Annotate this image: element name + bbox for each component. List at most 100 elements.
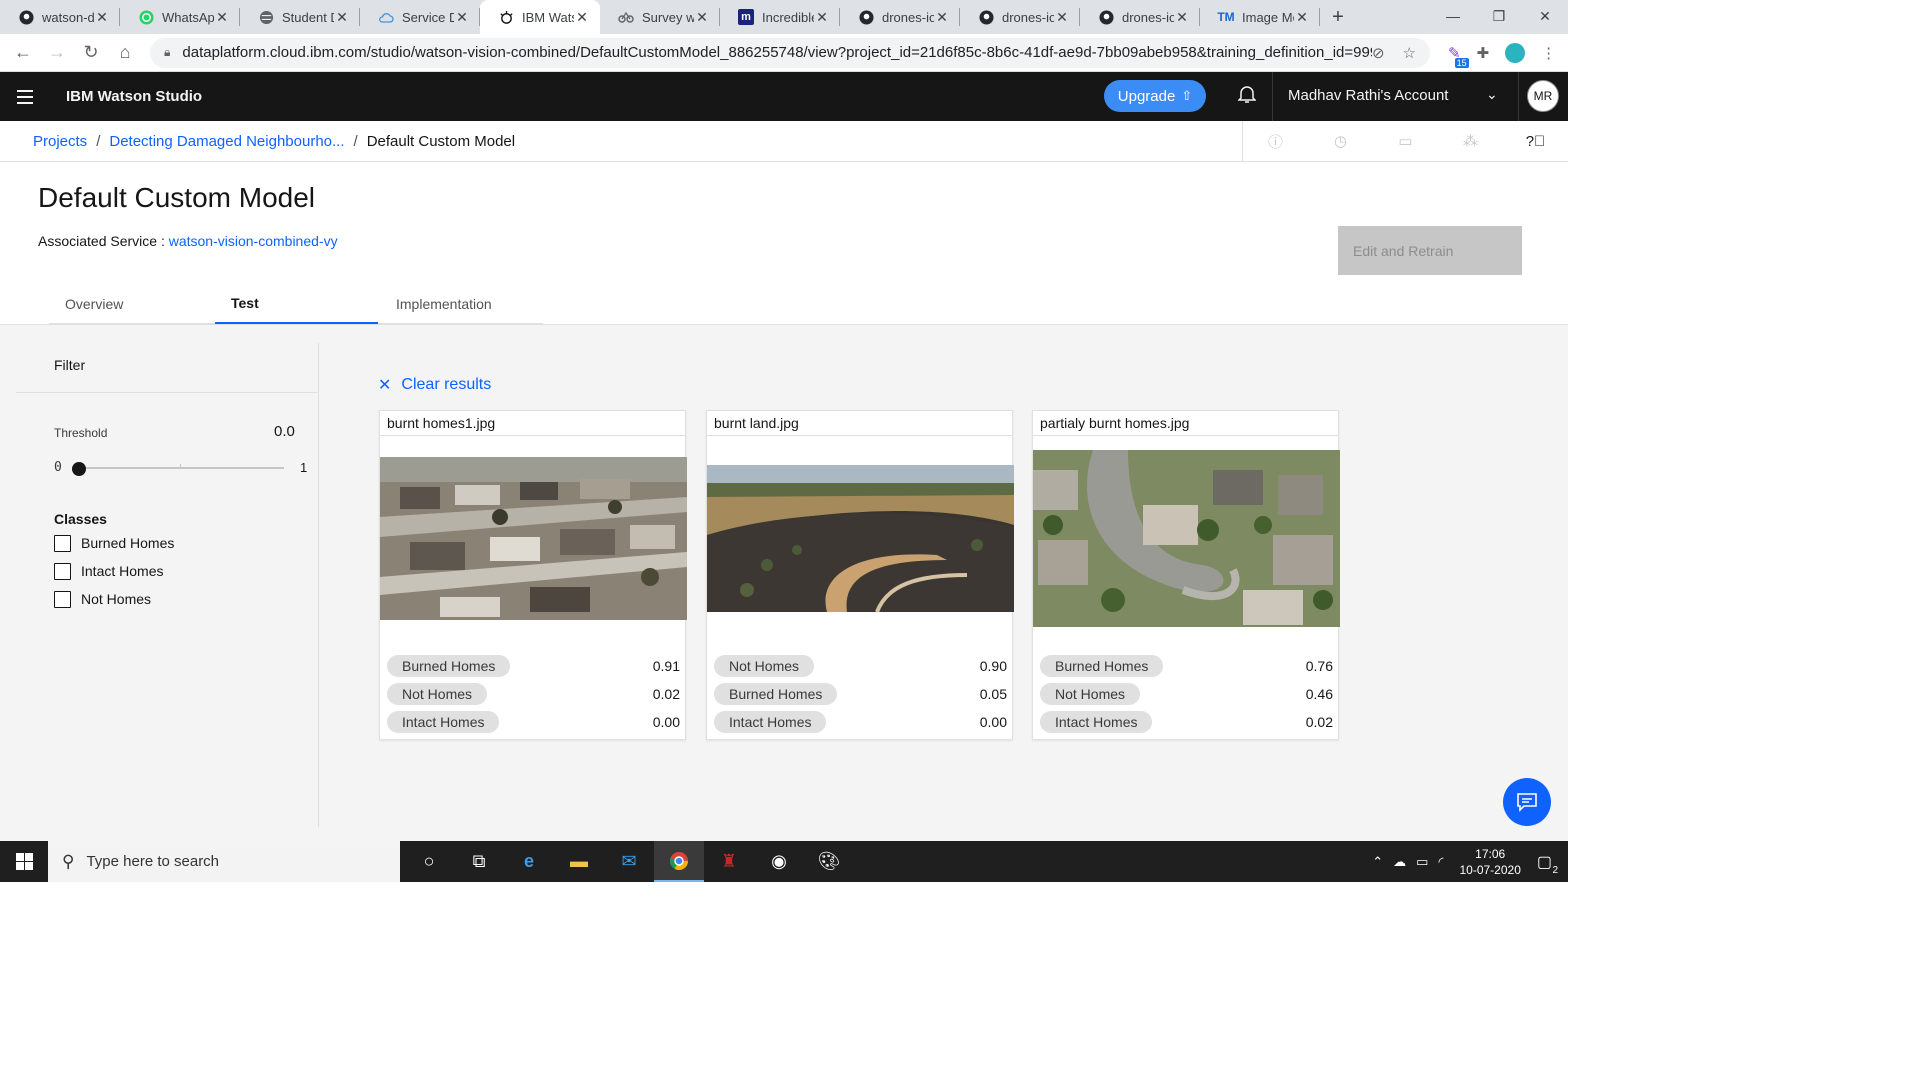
browser-tab[interactable]: drones-io ✕: [840, 0, 960, 34]
task-view-icon[interactable]: ⧉: [454, 841, 504, 882]
browser-tab[interactable]: Survey wil ✕: [600, 0, 720, 34]
threshold-slider-handle[interactable]: [72, 462, 86, 476]
upgrade-button[interactable]: Upgrade ⇧: [1104, 80, 1206, 112]
tab-test[interactable]: Test: [215, 284, 378, 325]
mail-icon[interactable]: ✉: [604, 841, 654, 882]
threshold-slider[interactable]: [78, 467, 284, 469]
associated-service: Associated Service : watson-vision-combi…: [38, 233, 338, 249]
close-window-icon[interactable]: ✕: [1522, 0, 1568, 32]
edge-icon[interactable]: e: [504, 841, 554, 882]
taskbar-search-input[interactable]: ⚲ Type here to search: [48, 841, 400, 882]
result-card[interactable]: partialy burnt homes.jpg Burned Homes 0.…: [1032, 410, 1340, 740]
close-icon[interactable]: ✕: [694, 9, 710, 26]
battery-icon[interactable]: ▭: [1416, 854, 1428, 870]
extension-icon[interactable]: ✎ 15: [1448, 44, 1469, 68]
clock[interactable]: 17:06 10-07-2020: [1459, 846, 1520, 878]
result-card[interactable]: burnt homes1.jpg Burned Homes 0.91 Not H…: [379, 410, 687, 740]
close-icon[interactable]: ✕: [1294, 9, 1310, 26]
lock-icon[interactable]: 🔒︎: [164, 45, 170, 60]
back-icon[interactable]: ←: [6, 42, 40, 63]
paint-app-icon[interactable]: 🎨︎: [804, 841, 854, 882]
score-row: Not Homes 0.90: [714, 655, 1007, 677]
url-text: dataplatform.cloud.ibm.com/studio/watson…: [182, 44, 1372, 61]
score-value: 0.00: [979, 714, 1007, 730]
edit-and-retrain-button[interactable]: Edit and Retrain: [1338, 226, 1522, 275]
class-filter-not-homes[interactable]: Not Homes: [54, 589, 151, 609]
browser-tab[interactable]: m Incredible ✕: [720, 0, 840, 34]
browser-tab-strip: watson-di ✕ WhatsApp ✕ Student D ✕ Servi…: [0, 0, 1568, 34]
close-icon[interactable]: ✕: [574, 9, 590, 26]
close-icon[interactable]: ✕: [814, 9, 830, 26]
browser-tab[interactable]: drones-io ✕: [960, 0, 1080, 34]
profile-icon[interactable]: [1505, 42, 1526, 63]
media-app-icon[interactable]: ◉: [754, 841, 804, 882]
close-icon[interactable]: ✕: [94, 9, 110, 26]
cortana-icon[interactable]: ○: [404, 841, 454, 882]
upgrade-label: Upgrade: [1117, 87, 1176, 105]
associated-service-link[interactable]: watson-vision-combined-vy: [169, 233, 338, 249]
puzzle-icon[interactable]: ✚: [1477, 44, 1490, 62]
chat-icon[interactable]: [1503, 778, 1551, 826]
browser-tab[interactable]: watson-di ✕: [0, 0, 120, 34]
browser-tab[interactable]: drones-io ✕: [1080, 0, 1200, 34]
account-switcher[interactable]: Madhav Rathi's Account: [1288, 87, 1448, 104]
onedrive-icon[interactable]: ☁: [1393, 854, 1406, 870]
hamburger-menu-icon[interactable]: [0, 72, 50, 121]
class-tag: Intact Homes: [714, 711, 827, 733]
product-name[interactable]: IBM Watson Studio: [66, 88, 202, 105]
score-row: Intact Homes 0.00: [714, 711, 1007, 733]
checkbox[interactable]: [54, 590, 71, 608]
browser-tab[interactable]: TM Image Mo ✕: [1200, 0, 1320, 34]
help-icon[interactable]: ?⃝: [1503, 121, 1568, 161]
browser-tab[interactable]: Service De ✕: [360, 0, 480, 34]
close-icon[interactable]: ✕: [214, 9, 230, 26]
url-field[interactable]: 🔒︎ dataplatform.cloud.ibm.com/studio/wat…: [150, 37, 1430, 68]
close-icon[interactable]: ✕: [934, 9, 950, 26]
new-tab-button[interactable]: +: [1320, 0, 1356, 34]
checkbox[interactable]: [54, 562, 71, 580]
close-icon[interactable]: ✕: [1054, 9, 1070, 26]
info-icon[interactable]: ⓘ: [1243, 121, 1308, 161]
notification-bell-icon[interactable]: [1232, 84, 1262, 110]
clear-results-button[interactable]: ✕ Clear results: [378, 375, 491, 395]
class-tag: Burned Homes: [714, 683, 838, 705]
apps-icon[interactable]: ⁂: [1438, 121, 1503, 161]
history-icon[interactable]: ◷: [1308, 121, 1373, 161]
cookie-blocked-icon[interactable]: ⊘: [1372, 44, 1385, 62]
result-card[interactable]: burnt land.jpg Not Homes 0.90 Burned Hom…: [706, 410, 1014, 740]
checkbox[interactable]: [54, 534, 71, 552]
chevron-up-icon[interactable]: ⌃: [1372, 854, 1383, 870]
close-icon[interactable]: ✕: [1174, 9, 1190, 26]
forward-icon[interactable]: →: [40, 42, 74, 63]
windows-start-icon[interactable]: [0, 841, 48, 882]
minimize-icon[interactable]: —: [1430, 0, 1476, 32]
browser-tab[interactable]: WhatsApp ✕: [120, 0, 240, 34]
image-filename: burnt land.jpg: [714, 415, 799, 431]
browser-tab[interactable]: Student D ✕: [240, 0, 360, 34]
chevron-down-icon[interactable]: ⌄: [1486, 86, 1498, 103]
file-explorer-icon[interactable]: ▬: [554, 841, 604, 882]
close-icon[interactable]: ✕: [334, 9, 350, 26]
maximize-icon[interactable]: ❐: [1476, 0, 1522, 32]
reload-icon[interactable]: ↻: [74, 42, 108, 63]
class-filter-burned-homes[interactable]: Burned Homes: [54, 533, 174, 553]
class-filter-intact-homes[interactable]: Intact Homes: [54, 561, 163, 581]
wifi-icon[interactable]: ◜: [1438, 854, 1443, 870]
system-tray: ⌃ ☁ ▭ ◜ 17:06 10-07-2020 ▢ 2: [1372, 841, 1568, 882]
notification-center-icon[interactable]: ▢ 2: [1537, 852, 1558, 876]
home-icon[interactable]: ⌂: [108, 42, 142, 63]
gaming-app-icon[interactable]: ♜: [704, 841, 754, 882]
tab-implementation[interactable]: Implementation: [378, 284, 543, 325]
chrome-icon[interactable]: [654, 841, 704, 882]
cloud-icon: [378, 9, 394, 25]
more-menu-icon[interactable]: ⋮: [1541, 44, 1556, 62]
bookmark-star-icon[interactable]: ☆: [1403, 44, 1416, 62]
avatar[interactable]: MR: [1527, 80, 1559, 112]
close-icon[interactable]: ✕: [454, 9, 470, 26]
tab-overview[interactable]: Overview: [49, 284, 215, 325]
browser-tab-active[interactable]: IBM Watso ✕: [480, 0, 600, 34]
extension-badge: 15: [1454, 57, 1469, 68]
breadcrumb-project-link[interactable]: Detecting Damaged Neighbourho...: [109, 133, 344, 150]
breadcrumb-projects-link[interactable]: Projects: [33, 133, 87, 150]
comments-icon[interactable]: ▭: [1373, 121, 1438, 161]
